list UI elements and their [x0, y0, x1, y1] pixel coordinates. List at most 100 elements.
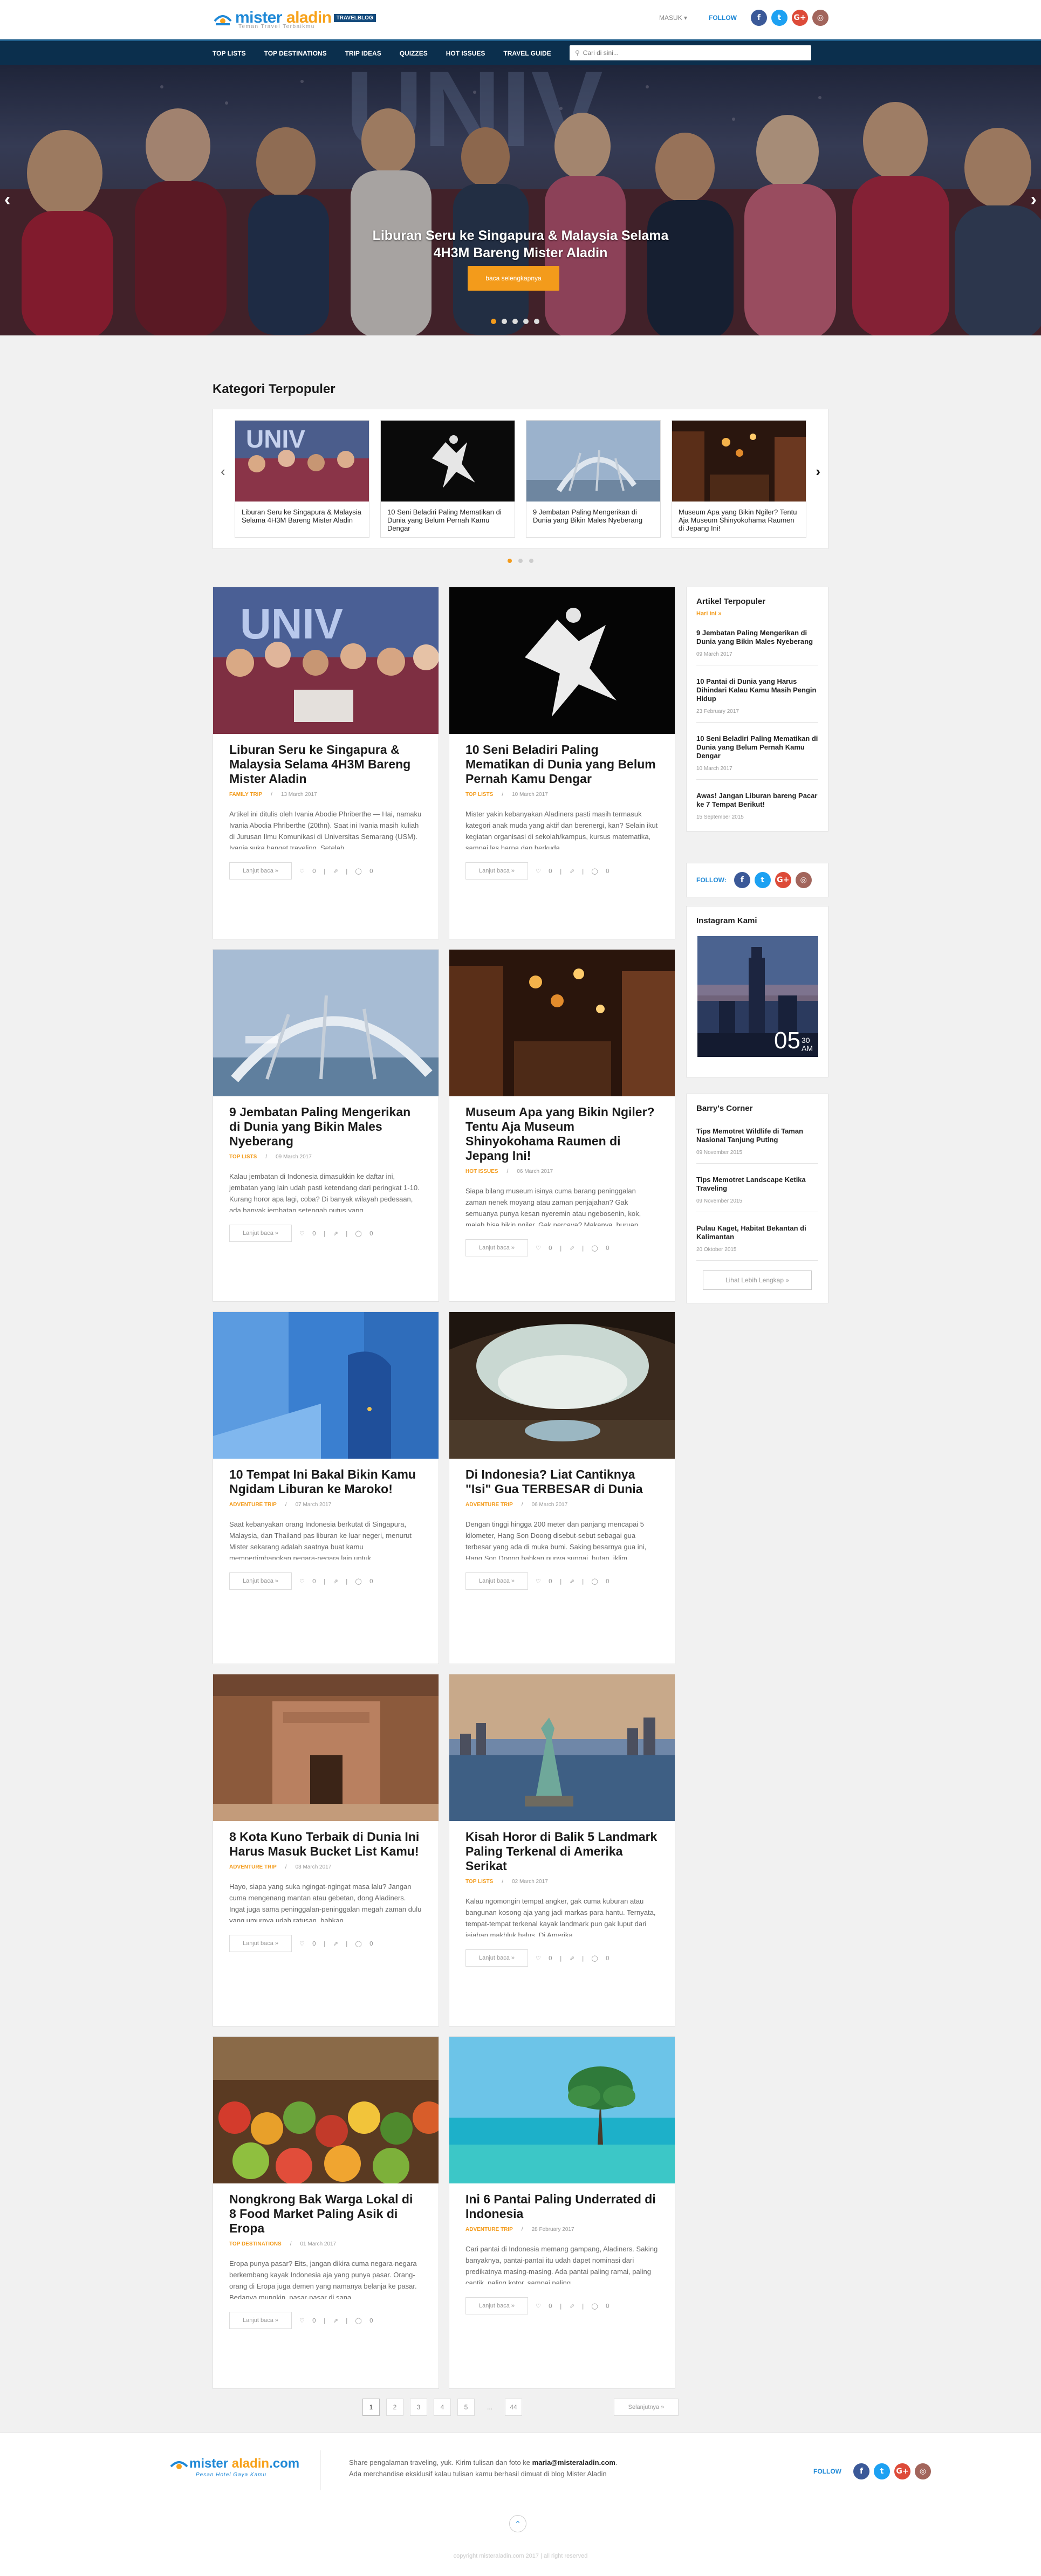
read-more-button[interactable]: Lanjut baca » — [229, 2312, 292, 2329]
category-card[interactable]: Museum Apa yang Bikin Ngiler? Tentu Aja … — [672, 420, 806, 538]
article-card[interactable]: 8 Kota Kuno Terbaik di Dunia Ini Harus M… — [213, 1674, 439, 2027]
google-plus-icon[interactable]: G+ — [775, 872, 791, 888]
hero-prev-arrow[interactable]: ‹ — [4, 189, 10, 210]
carousel-dot[interactable] — [518, 559, 523, 563]
barry-article-item[interactable]: Tips Memotret Landscape Ketika Traveling… — [696, 1164, 818, 1212]
like-icon[interactable]: ♡ — [536, 2303, 541, 2310]
article-category[interactable]: ADVENTURE TRIP — [229, 1864, 277, 1870]
article-card[interactable]: Ini 6 Pantai Paling Underrated di Indone… — [449, 2036, 675, 2389]
comment-icon[interactable]: ◯ — [355, 1940, 362, 1947]
article-title[interactable]: 10 Seni Beladiri Paling Mematikan di Dun… — [449, 734, 675, 786]
article-category[interactable]: TOP LISTS — [229, 1154, 257, 1160]
article-title[interactable]: Kisah Horor di Balik 5 Landmark Paling T… — [449, 1821, 675, 1873]
comment-icon[interactable]: ◯ — [355, 1230, 362, 1237]
hero-next-arrow[interactable]: › — [1031, 189, 1037, 210]
comment-icon[interactable]: ◯ — [592, 1578, 598, 1585]
search-input[interactable] — [583, 49, 799, 57]
popular-article-item[interactable]: Awas! Jangan Liburan bareng Pacar ke 7 T… — [696, 780, 818, 831]
facebook-icon[interactable]: f — [751, 10, 767, 26]
article-title[interactable]: Ini 6 Pantai Paling Underrated di Indone… — [449, 2183, 675, 2221]
facebook-icon[interactable]: f — [734, 872, 750, 888]
article-card[interactable]: 10 Seni Beladiri Paling Mematikan di Dun… — [449, 587, 675, 939]
popular-article-item[interactable]: 10 Pantai di Dunia yang Harus Dihindari … — [696, 665, 818, 723]
read-more-button[interactable]: Lanjut baca » — [465, 1572, 528, 1590]
category-card[interactable]: 9 Jembatan Paling Mengerikan di Dunia ya… — [526, 420, 661, 538]
comment-icon[interactable]: ◯ — [592, 2303, 598, 2310]
site-logo[interactable]: mister aladin TRAVELBLOG Teman Travel Te… — [213, 9, 376, 30]
footer-logo[interactable]: mister aladin.com Pesan Hotel Gaya Kamu — [169, 2456, 299, 2478]
like-icon[interactable]: ♡ — [536, 1578, 541, 1585]
article-title[interactable]: Museum Apa yang Bikin Ngiler? Tentu Aja … — [449, 1096, 675, 1163]
like-icon[interactable]: ♡ — [299, 1230, 305, 1237]
google-plus-icon[interactable]: G+ — [894, 2463, 910, 2479]
share-icon[interactable]: ⇗ — [333, 868, 338, 875]
like-icon[interactable]: ♡ — [536, 868, 541, 875]
article-title[interactable]: Di Indonesia? Liat Cantiknya "Isi" Gua T… — [449, 1459, 675, 1496]
see-more-button[interactable]: Lihat Lebih Lengkap » — [703, 1270, 812, 1290]
hero-dot[interactable] — [512, 319, 518, 324]
read-more-button[interactable]: Lanjut baca » — [465, 1239, 528, 1256]
instagram-photo[interactable]: 05 30 AM — [697, 936, 818, 1057]
page-5[interactable]: 5 — [457, 2399, 475, 2416]
login-link[interactable]: MASUK ▾ — [659, 14, 687, 22]
share-icon[interactable]: ⇗ — [333, 1578, 338, 1585]
article-category[interactable]: HOT ISSUES — [465, 1169, 498, 1174]
share-icon[interactable]: ⇗ — [333, 1230, 338, 1237]
article-card[interactable]: Museum Apa yang Bikin Ngiler? Tentu Aja … — [449, 949, 675, 1302]
back-to-top-icon[interactable]: ⌃ — [509, 2515, 526, 2532]
share-icon[interactable]: ⇗ — [333, 1940, 338, 1947]
comment-icon[interactable]: ◯ — [592, 1955, 598, 1962]
article-title[interactable]: 10 Tempat Ini Bakal Bikin Kamu Ngidam Li… — [213, 1459, 439, 1496]
hero-dot[interactable] — [502, 319, 507, 324]
comment-icon[interactable]: ◯ — [355, 868, 362, 875]
popular-article-item[interactable]: 10 Seni Beladiri Paling Mematikan di Dun… — [696, 723, 818, 780]
category-card[interactable]: 10 Seni Beladiri Paling Mematikan di Dun… — [380, 420, 515, 538]
read-more-button[interactable]: Lanjut baca » — [465, 2297, 528, 2314]
next-page-button[interactable]: Selanjutnya » — [614, 2399, 679, 2416]
page-last[interactable]: 44 — [505, 2399, 522, 2416]
read-more-button[interactable]: Lanjut baca » — [465, 862, 528, 880]
article-title[interactable]: 8 Kota Kuno Terbaik di Dunia Ini Harus M… — [213, 1821, 439, 1859]
instagram-icon[interactable]: ◎ — [812, 10, 828, 26]
read-more-button[interactable]: Lanjut baca » — [465, 1949, 528, 1967]
google-plus-icon[interactable]: G+ — [792, 10, 808, 26]
like-icon[interactable]: ♡ — [536, 1245, 541, 1252]
hero-dot[interactable] — [523, 319, 529, 324]
read-more-button[interactable]: Lanjut baca » — [229, 862, 292, 880]
category-card[interactable]: UNIV Liburan Seru ke Singapura & Malaysi… — [235, 420, 369, 538]
instagram-icon[interactable]: ◎ — [795, 872, 812, 888]
barry-article-item[interactable]: Pulau Kaget, Habitat Bekantan di Kaliman… — [696, 1212, 818, 1261]
nav-travel-guide[interactable]: TRAVEL GUIDE — [503, 50, 551, 57]
article-card[interactable]: UNIV Liburan Seru ke Singapura & Malaysi… — [213, 587, 439, 939]
article-card[interactable]: Di Indonesia? Liat Cantiknya "Isi" Gua T… — [449, 1311, 675, 1664]
article-card[interactable]: Nongkrong Bak Warga Lokal di 8 Food Mark… — [213, 2036, 439, 2389]
share-icon[interactable]: ⇗ — [333, 2317, 338, 2324]
popular-article-item[interactable]: 9 Jembatan Paling Mengerikan di Dunia ya… — [696, 617, 818, 665]
article-title[interactable]: Nongkrong Bak Warga Lokal di 8 Food Mark… — [213, 2183, 439, 2236]
nav-trip-ideas[interactable]: TRIP IDEAS — [345, 50, 381, 57]
carousel-next-arrow[interactable]: › — [816, 463, 820, 480]
nav-top-lists[interactable]: TOP LISTS — [213, 50, 246, 57]
like-icon[interactable]: ♡ — [299, 1578, 305, 1585]
popular-articles-filter[interactable]: Hari ini » — [687, 606, 828, 617]
comment-icon[interactable]: ◯ — [355, 2317, 362, 2324]
like-icon[interactable]: ♡ — [299, 1940, 305, 1947]
article-title[interactable]: Liburan Seru ke Singapura & Malaysia Sel… — [213, 734, 439, 786]
hero-dot[interactable] — [534, 319, 539, 324]
like-icon[interactable]: ♡ — [299, 2317, 305, 2324]
share-icon[interactable]: ⇗ — [570, 1955, 574, 1962]
facebook-icon[interactable]: f — [853, 2463, 869, 2479]
carousel-dot[interactable] — [508, 559, 512, 563]
page-2[interactable]: 2 — [386, 2399, 403, 2416]
article-category[interactable]: ADVENTURE TRIP — [465, 2227, 513, 2232]
nav-top-destinations[interactable]: TOP DESTINATIONS — [264, 50, 327, 57]
twitter-icon[interactable]: t — [771, 10, 787, 26]
carousel-dot[interactable] — [529, 559, 533, 563]
twitter-icon[interactable]: t — [754, 872, 771, 888]
like-icon[interactable]: ♡ — [299, 868, 305, 875]
article-category[interactable]: FAMILY TRIP — [229, 792, 262, 798]
share-icon[interactable]: ⇗ — [570, 1245, 574, 1252]
article-category[interactable]: ADVENTURE TRIP — [229, 1502, 277, 1508]
comment-icon[interactable]: ◯ — [355, 1578, 362, 1585]
page-3[interactable]: 3 — [410, 2399, 427, 2416]
